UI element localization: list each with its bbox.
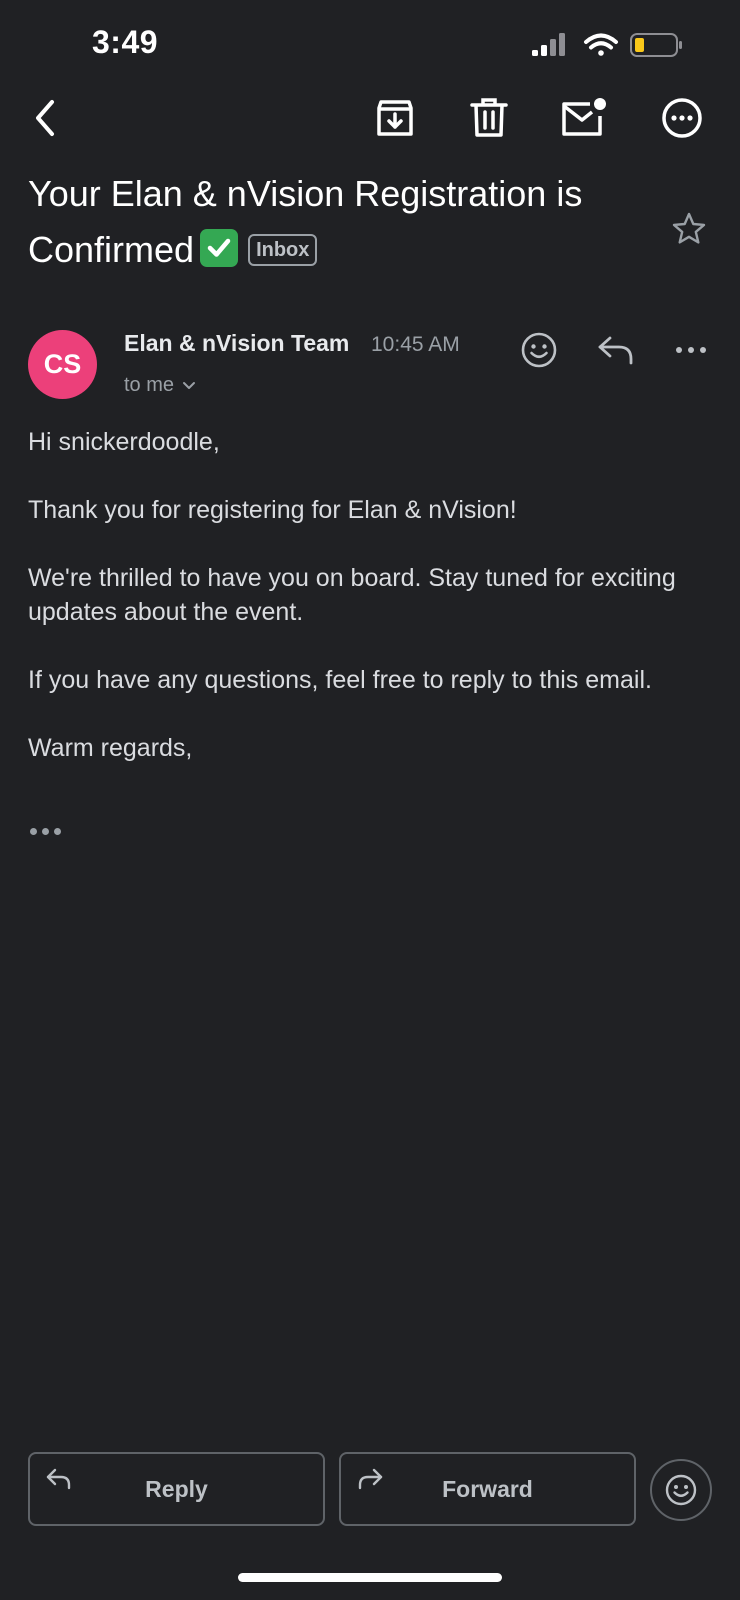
- back-button[interactable]: [18, 90, 74, 146]
- delete-button[interactable]: [461, 90, 517, 146]
- email-body: Hi snickerdoodle, Thank you for register…: [28, 425, 718, 799]
- more-options-icon: [662, 98, 702, 138]
- signal-icon: [532, 33, 565, 56]
- smiley-icon: [521, 332, 557, 368]
- email-paragraph: If you have any questions, feel free to …: [28, 666, 652, 694]
- archive-icon: [377, 100, 413, 136]
- check-mark-emoji-icon: [200, 229, 239, 267]
- battery-icon: [630, 33, 682, 57]
- trash-icon: [470, 98, 508, 137]
- reply-icon-button[interactable]: [597, 334, 635, 371]
- back-icon: [36, 100, 54, 136]
- forward-label: Forward: [442, 1476, 533, 1502]
- react-emoji-button[interactable]: [520, 331, 558, 374]
- star-button[interactable]: [671, 211, 707, 252]
- more-horizontal-icon: [676, 347, 706, 353]
- more-options-button[interactable]: [654, 90, 710, 146]
- sender-time: 10:45 AM: [371, 333, 460, 356]
- reply-icon: [598, 336, 633, 365]
- star-icon: [672, 212, 706, 244]
- reply-button[interactable]: Reply: [28, 1452, 325, 1526]
- show-trimmed-content-button[interactable]: [30, 828, 61, 835]
- inbox-label-badge[interactable]: Inbox: [248, 234, 318, 266]
- email-closing: Warm regards,: [28, 734, 193, 762]
- recipient-details-toggle[interactable]: to me: [124, 374, 196, 397]
- sender-name[interactable]: Elan & nVision Team: [124, 330, 349, 357]
- status-time: 3:49: [92, 24, 159, 60]
- email-subject: Your Elan & nVision Registration is Conf…: [28, 166, 668, 278]
- reply-label: Reply: [145, 1476, 208, 1502]
- email-paragraph: We're thrilled to have you on board. Sta…: [28, 564, 676, 626]
- email-paragraph: Thank you for registering for Elan & nVi…: [28, 496, 517, 524]
- smiley-icon: [665, 1474, 697, 1506]
- sender-avatar[interactable]: CS: [28, 330, 97, 399]
- email-greeting: Hi snickerdoodle,: [28, 428, 220, 456]
- wifi-icon: [584, 33, 618, 56]
- emoji-reaction-button[interactable]: [650, 1459, 712, 1521]
- forward-button[interactable]: Forward: [339, 1452, 636, 1526]
- status-icons: [530, 30, 710, 60]
- archive-button[interactable]: [367, 90, 423, 146]
- recipient-label: to me: [124, 374, 175, 396]
- home-indicator[interactable]: [238, 1573, 502, 1582]
- chevron-down-icon: [183, 381, 196, 389]
- mark-unread-button[interactable]: [556, 90, 612, 146]
- mark-unread-icon: [562, 98, 606, 136]
- message-more-button[interactable]: [675, 340, 707, 365]
